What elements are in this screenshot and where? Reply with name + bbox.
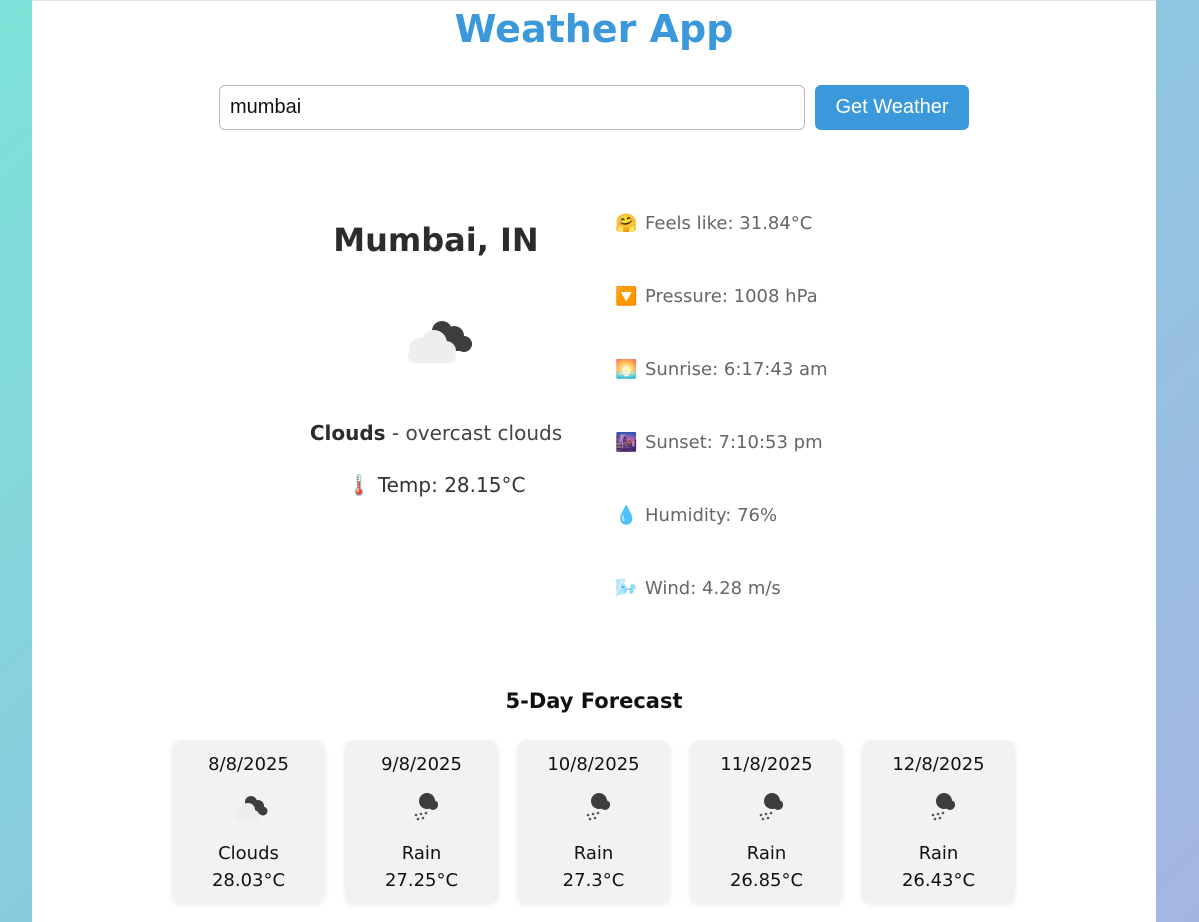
pressure-icon: 🔽	[615, 286, 638, 307]
thermometer-icon: 🌡️	[346, 473, 372, 497]
detail-pressure: 🔽 Pressure: 1008 hPa	[615, 286, 818, 307]
forecast-condition: Rain	[746, 843, 787, 864]
temp-label: Temp: 28.15°C	[377, 473, 526, 497]
detail-label: Humidity: 76%	[645, 505, 778, 526]
detail-label: Sunrise: 6:17:43 am	[645, 359, 828, 380]
detail-feels-like: 🤗 Feels like: 31.84°C	[615, 213, 812, 234]
sunrise-icon: 🌅	[615, 359, 638, 380]
get-weather-button[interactable]: Get Weather	[815, 85, 969, 130]
forecast-card: 9/8/2025 Rain 27.25°C	[345, 740, 498, 903]
location-heading: Mumbai, IN	[333, 221, 539, 259]
forecast-date: 11/8/2025	[720, 754, 813, 775]
rain-icon	[759, 793, 783, 821]
forecast-heading: 5-Day Forecast	[505, 689, 683, 713]
humidity-icon: 💧	[615, 505, 638, 526]
weather-condition: Clouds	[309, 421, 386, 445]
forecast-condition: Clouds	[218, 843, 279, 864]
forecast-temp: 26.43°C	[901, 870, 976, 891]
rain-icon	[414, 793, 438, 821]
forecast-date: 10/8/2025	[547, 754, 640, 775]
detail-label: Feels like: 31.84°C	[645, 213, 813, 234]
current-temperature: 🌡️ Temp: 28.15°C	[286, 473, 586, 497]
weather-description: Clouds - overcast clouds	[266, 421, 606, 445]
detail-sunset: 🌆 Sunset: 7:10:53 pm	[615, 432, 823, 453]
forecast-date: 12/8/2025	[892, 754, 985, 775]
detail-label: Pressure: 1008 hPa	[645, 286, 818, 307]
forecast-card: 10/8/2025 Rain 27.3°C	[517, 740, 670, 903]
forecast-temp: 27.3°C	[562, 870, 625, 891]
forecast-date: 9/8/2025	[381, 754, 462, 775]
city-search-input[interactable]	[219, 85, 805, 130]
page-title: Weather App	[454, 7, 734, 51]
detail-label: Sunset: 7:10:53 pm	[645, 432, 823, 453]
forecast-temp: 27.25°C	[384, 870, 459, 891]
forecast-card: 11/8/2025 Rain 26.85°C	[690, 740, 843, 903]
forecast-condition: Rain	[401, 843, 442, 864]
rain-icon	[931, 793, 955, 821]
forecast-temp: 28.03°C	[211, 870, 286, 891]
description-separator: -	[385, 421, 406, 445]
overcast-clouds-icon	[408, 321, 472, 363]
forecast-card: 12/8/2025 Rain 26.43°C	[862, 740, 1015, 903]
detail-humidity: 💧 Humidity: 76%	[615, 505, 777, 526]
forecast-date: 8/8/2025	[208, 754, 289, 775]
forecast-condition: Rain	[918, 843, 959, 864]
detail-label: Wind: 4.28 m/s	[645, 578, 781, 599]
forecast-condition: Rain	[573, 843, 614, 864]
forecast-temp: 26.85°C	[729, 870, 804, 891]
weather-description-text: overcast clouds	[405, 421, 563, 445]
forecast-card: 8/8/2025 Clouds 28.03°C	[172, 740, 325, 903]
sunset-icon: 🌆	[615, 432, 638, 453]
weather-panel: Weather App Get Weather Mumbai, IN Cloud…	[32, 0, 1156, 922]
cloud-icon	[234, 796, 267, 821]
detail-wind: 🌬️ Wind: 4.28 m/s	[615, 578, 781, 599]
detail-sunrise: 🌅 Sunrise: 6:17:43 am	[615, 359, 828, 380]
feels-like-icon: 🤗	[615, 213, 638, 234]
rain-icon	[586, 793, 610, 821]
wind-icon: 🌬️	[615, 578, 638, 599]
